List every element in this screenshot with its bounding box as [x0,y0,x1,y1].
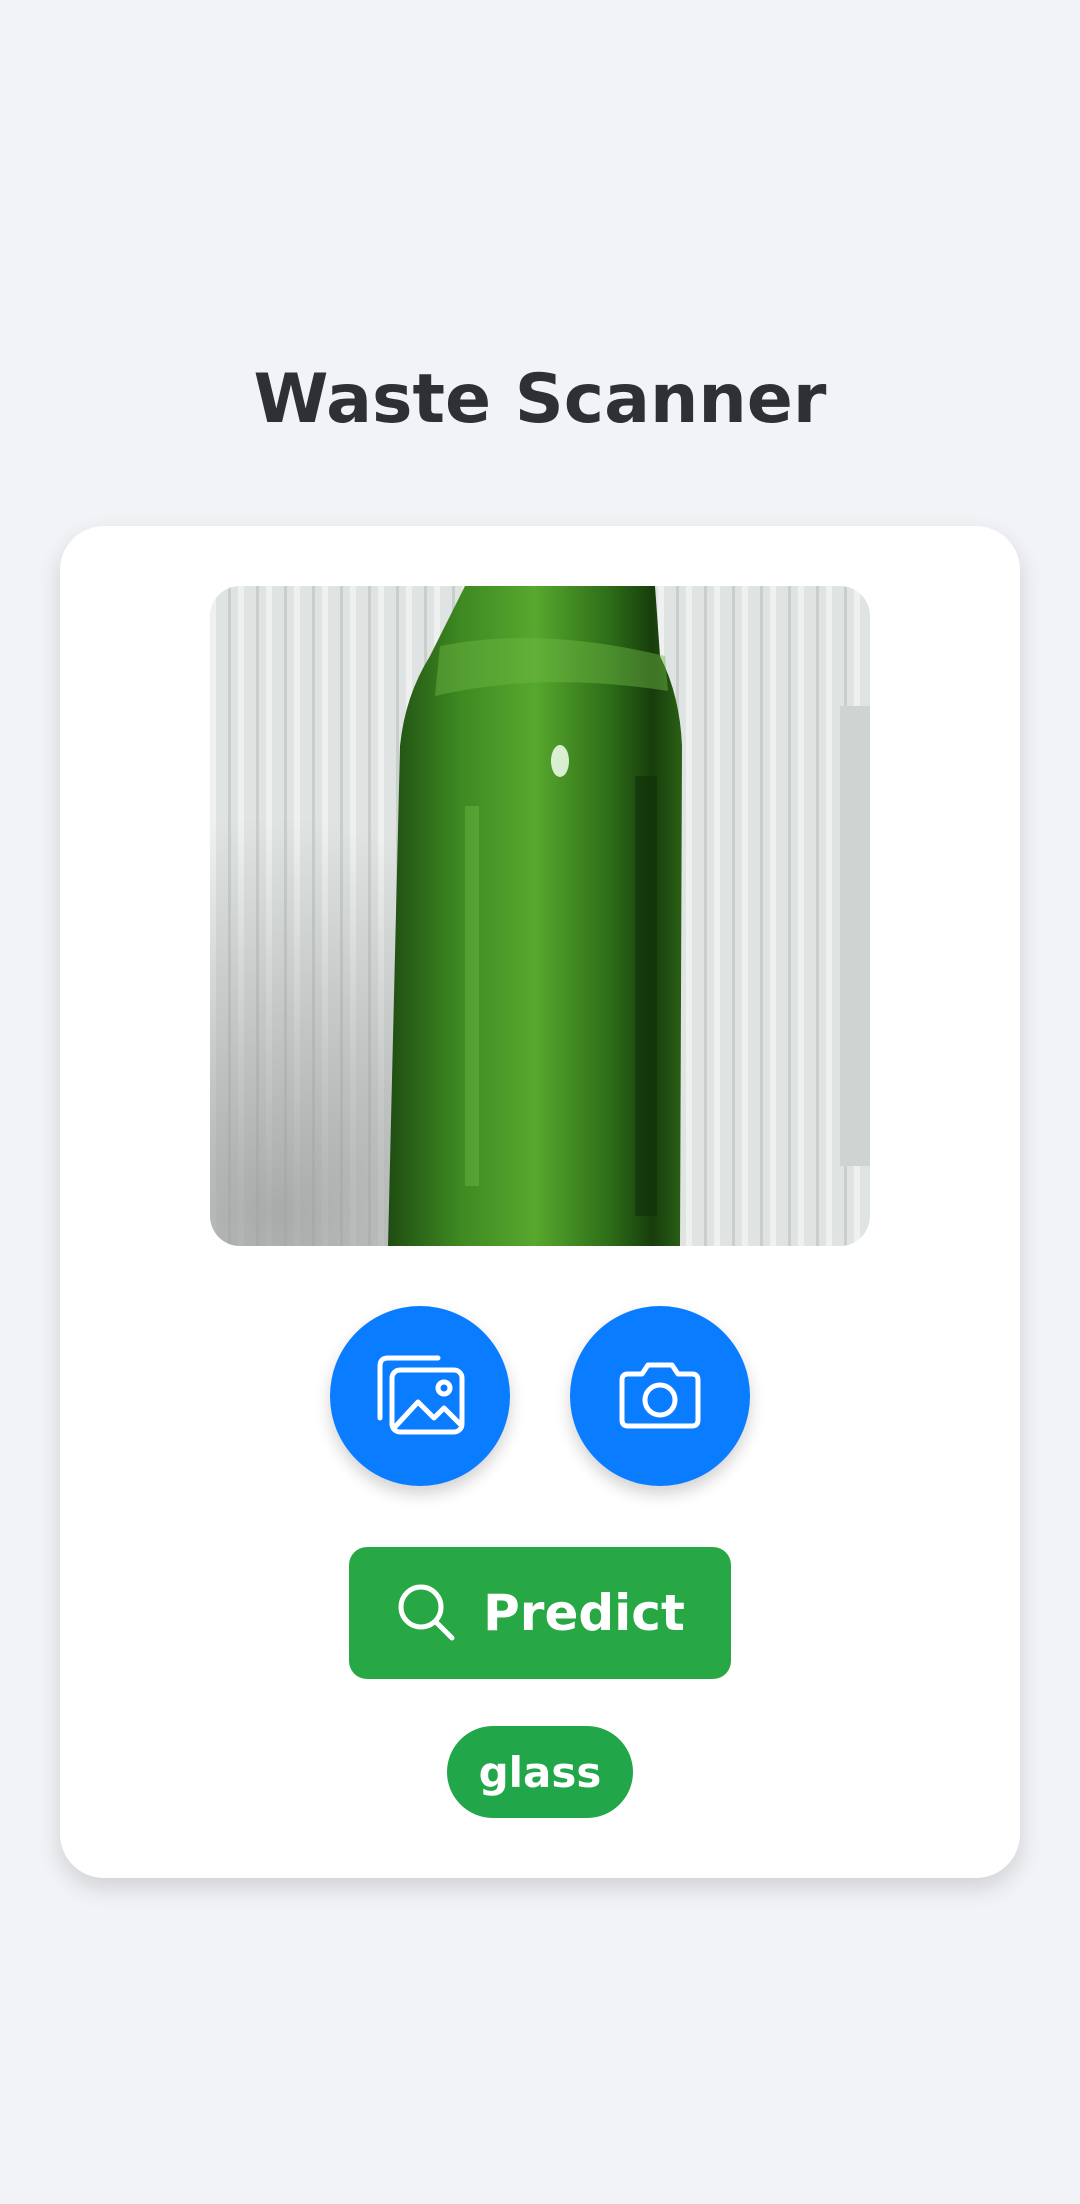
scanner-card: Predict glass [60,526,1020,1878]
result-badge: glass [447,1726,633,1818]
predict-label: Predict [483,1584,685,1642]
gallery-button[interactable] [330,1306,510,1486]
image-preview [210,586,870,1246]
predict-button[interactable]: Predict [349,1547,731,1679]
search-icon [395,1581,457,1646]
gallery-icon [372,1352,468,1441]
camera-icon [616,1360,704,1433]
camera-button[interactable] [570,1306,750,1486]
page-title: Waste Scanner [253,360,827,439]
